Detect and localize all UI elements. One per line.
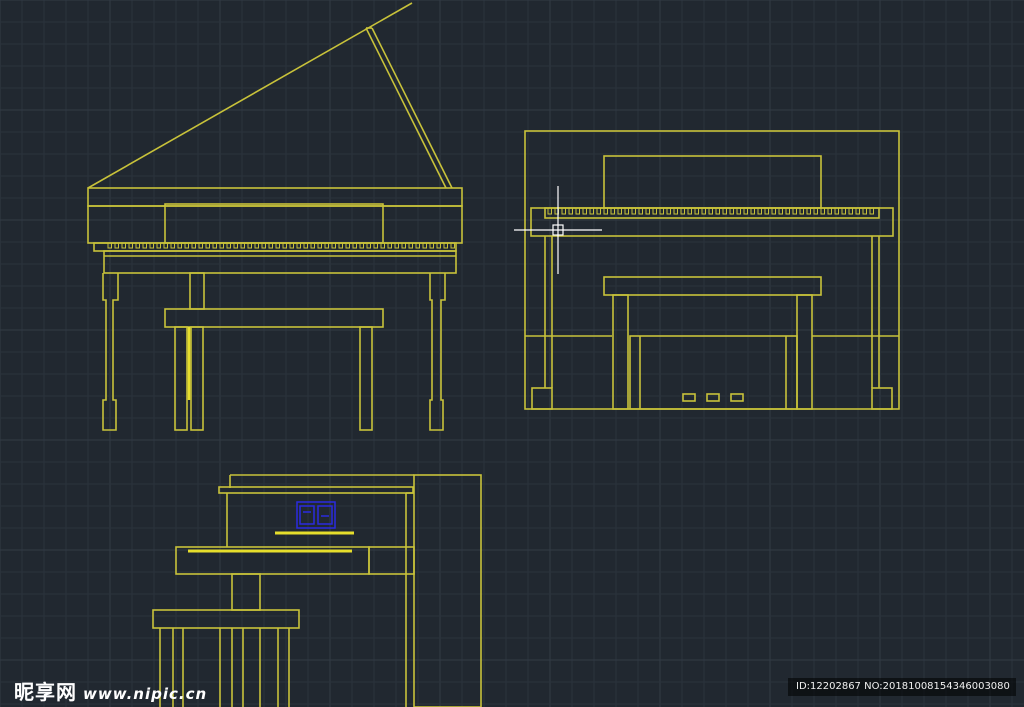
- image-id-text: ID:12202867 NO:20181008154346003080: [796, 681, 1010, 692]
- crosshair-cursor-icon[interactable]: [514, 186, 602, 274]
- watermark-brand: 昵享网: [14, 680, 77, 704]
- watermark: 昵享网 www.nipic.cn: [14, 676, 207, 705]
- cad-drawing-canvas[interactable]: [0, 0, 1024, 707]
- grand-piano-side-view: [87, 2, 463, 431]
- upright-piano-keys: [547, 208, 874, 215]
- upright-piano-front-view: [524, 130, 900, 410]
- image-id-bar: ID:12202867 NO:20181008154346003080: [788, 678, 1016, 696]
- cad-grid: [0, 0, 1024, 707]
- upright-piano-side-view: [152, 474, 482, 707]
- watermark-site: www.nipic.cn: [83, 685, 208, 703]
